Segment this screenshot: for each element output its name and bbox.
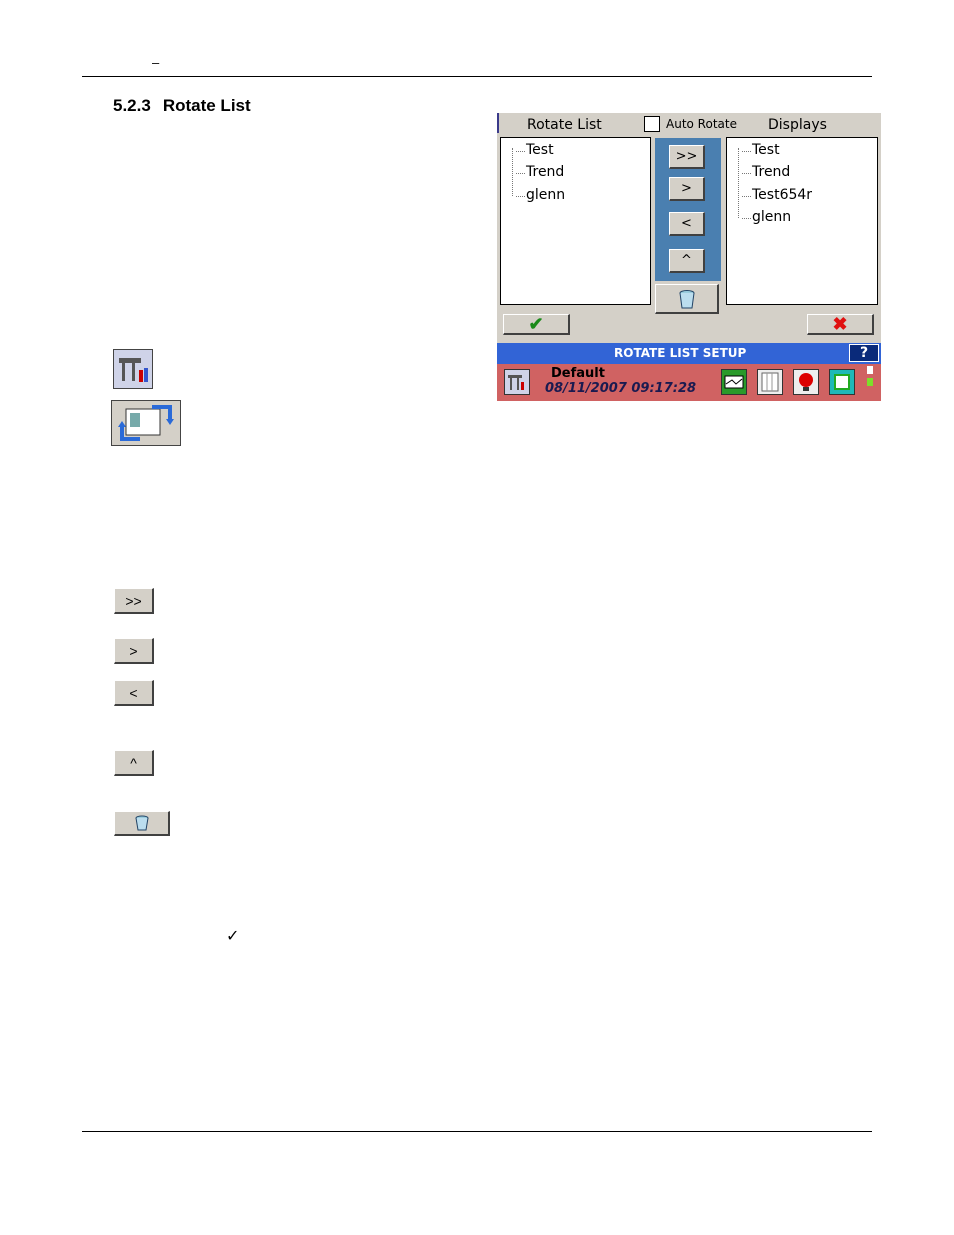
- list-icon[interactable]: [757, 369, 783, 395]
- status-datetime: 08/11/2007 09:17:28: [545, 381, 697, 396]
- check-symbol: ✓: [226, 928, 240, 945]
- list-item[interactable]: Test: [742, 142, 780, 158]
- trash-icon: [679, 289, 694, 308]
- move-up-button[interactable]: ^: [669, 249, 705, 273]
- rotate-list-setup-screen: Rotate List Auto Rotate Displays Test Tr…: [497, 113, 881, 401]
- button-panel: >> > < ^: [655, 138, 721, 281]
- section-number: 5.2.3: [113, 96, 151, 115]
- rotate-list-icon: [111, 400, 181, 446]
- list-item[interactable]: glenn: [741, 209, 791, 225]
- add-all-label: >>: [125, 592, 142, 609]
- auto-rotate-label: Auto Rotate: [666, 117, 737, 131]
- tree-line: [512, 148, 513, 196]
- title-bar: ROTATE LIST SETUP ?: [497, 343, 881, 364]
- section-title: Rotate List: [162, 96, 251, 115]
- rotate-list-label: Rotate List: [527, 117, 602, 133]
- list-item[interactable]: Test: [516, 142, 554, 158]
- remove-button[interactable]: <: [669, 212, 705, 236]
- window-edge: [497, 113, 499, 133]
- header-rule: [82, 76, 872, 77]
- add-button-image: >: [114, 638, 154, 664]
- screen-title: ROTATE LIST SETUP: [614, 346, 747, 360]
- move-up-label: ^: [130, 754, 137, 771]
- status-name: Default: [551, 366, 605, 381]
- list-item[interactable]: Test654r: [741, 187, 812, 203]
- remove-label: <: [129, 684, 138, 701]
- status-bar: Default 08/11/2007 09:17:28: [497, 364, 881, 401]
- auto-rotate-checkbox[interactable]: [644, 116, 660, 132]
- cancel-button[interactable]: ✖: [807, 314, 874, 335]
- rotate-list-box[interactable]: Test Trend glenn: [500, 137, 651, 305]
- remove-button-image: <: [114, 680, 154, 706]
- add-label: >: [129, 642, 138, 659]
- delete-button[interactable]: [655, 284, 719, 314]
- list-item[interactable]: Trend: [515, 164, 564, 180]
- displays-label: Displays: [768, 117, 827, 133]
- trash-icon: [135, 815, 148, 831]
- section-heading: 5.2.3 Rotate List: [113, 96, 251, 116]
- ok-button[interactable]: ✔: [503, 314, 570, 335]
- tree-line: [738, 148, 739, 218]
- save-icon[interactable]: [829, 369, 855, 395]
- setup-icon[interactable]: [504, 369, 530, 395]
- trend-icon[interactable]: [721, 369, 747, 395]
- header-dash: –: [152, 55, 160, 70]
- add-all-button-image: >>: [114, 588, 154, 614]
- add-button[interactable]: >: [669, 177, 705, 201]
- move-up-button-image: ^: [114, 750, 154, 776]
- indicator-bottom: [867, 378, 873, 386]
- displays-list-box[interactable]: Test Trend Test654r glenn: [726, 137, 878, 305]
- checkmark-icon: ✔: [528, 313, 544, 334]
- list-item[interactable]: Trend: [741, 164, 790, 180]
- indicator-top: [867, 366, 873, 374]
- alarm-icon[interactable]: [793, 369, 819, 395]
- setup-icon: [113, 349, 153, 389]
- list-item[interactable]: glenn: [515, 187, 565, 203]
- footer-rule: [82, 1131, 872, 1132]
- delete-button-image: [114, 811, 170, 836]
- help-button[interactable]: ?: [849, 344, 879, 362]
- add-all-button[interactable]: >>: [669, 145, 705, 169]
- close-icon: ✖: [832, 313, 848, 334]
